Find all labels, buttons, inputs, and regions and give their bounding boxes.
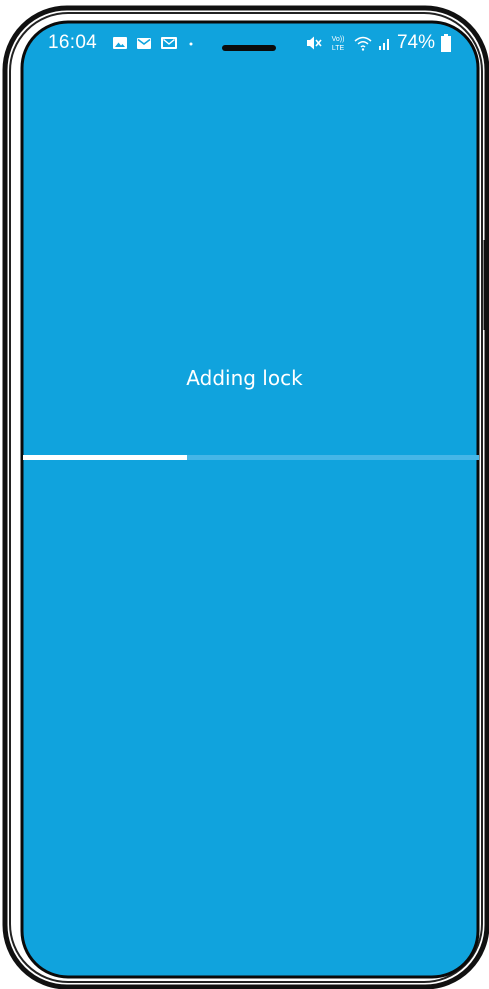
volte-icon: Vo)) LTE	[328, 33, 348, 53]
phone-frame	[2, 5, 489, 989]
progress-bar-fill	[23, 455, 188, 460]
progress-bar	[23, 455, 479, 460]
mail-outline-icon	[160, 35, 178, 51]
battery-icon	[440, 33, 452, 53]
wifi-icon	[353, 34, 373, 52]
phone-mockup: 16:04 Vo)) LTE 74% Adding lock	[0, 0, 489, 989]
svg-text:Vo)): Vo))	[332, 36, 345, 43]
mail-icon	[136, 35, 152, 51]
notification-icons	[112, 35, 196, 51]
battery-percentage: 74%	[396, 32, 435, 53]
dot-icon	[186, 35, 196, 51]
screen-area	[20, 20, 480, 979]
mute-icon	[305, 34, 323, 52]
signal-icon	[378, 34, 392, 52]
image-icon	[112, 35, 128, 51]
status-bar: 16:04 Vo)) LTE 74%	[48, 30, 458, 56]
status-time: 16:04	[48, 32, 98, 53]
adding-lock-title: Adding lock	[186, 366, 303, 390]
svg-text:LTE: LTE	[332, 45, 345, 52]
system-icons: Vo)) LTE 74%	[305, 30, 452, 56]
